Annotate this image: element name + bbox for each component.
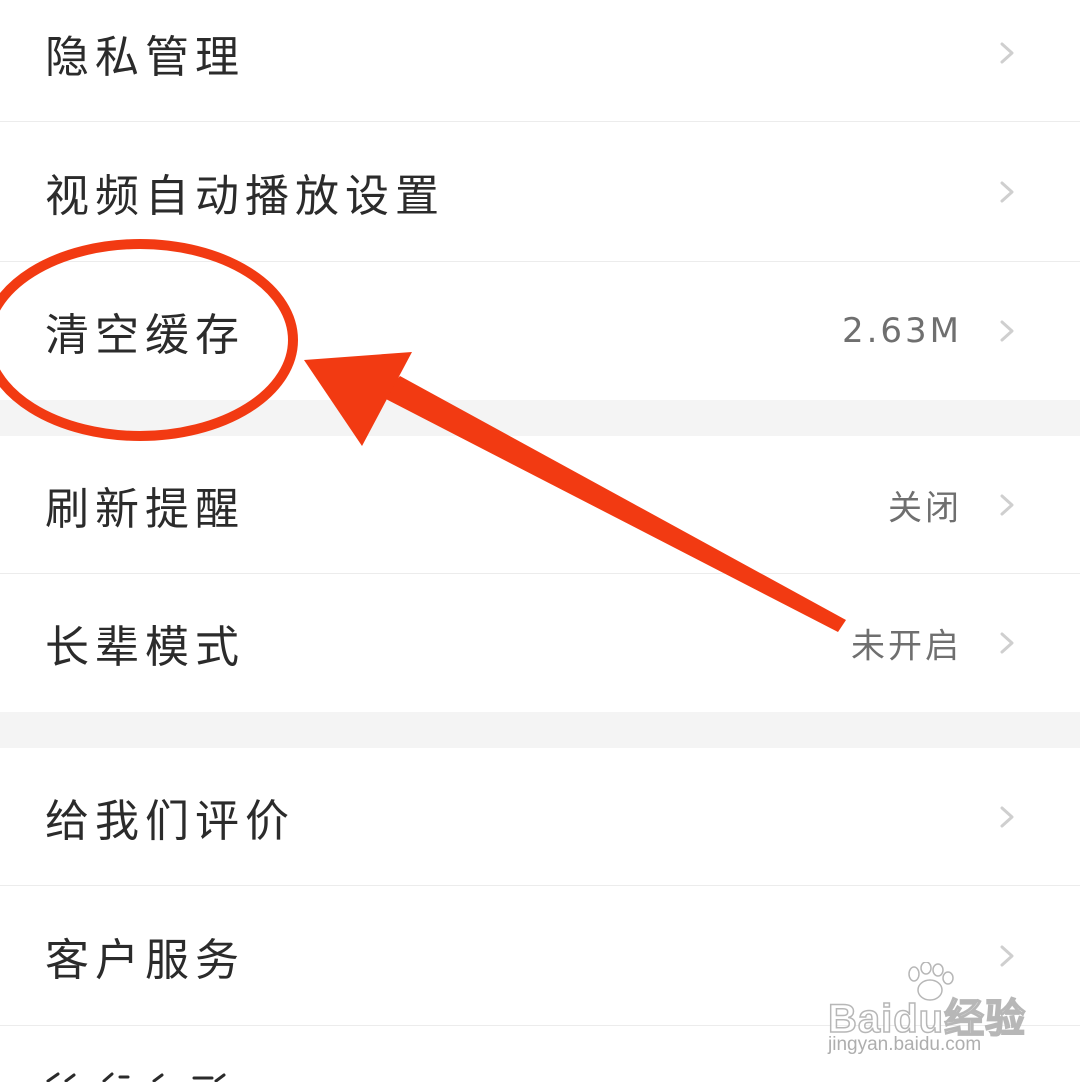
settings-item-refresh-reminder[interactable]: 刷新提醒 关闭	[0, 436, 1080, 574]
settings-item-label: 长辈模式	[45, 622, 245, 673]
settings-item-label: 给我们评价	[45, 796, 295, 847]
chevron-right-icon	[1000, 320, 1014, 342]
watermark: Baidu经验 jingyan.baidu.com	[827, 962, 1028, 1062]
settings-screen: 隐私管理 视频自动播放设置 清空缓存 2.63M 刷新提醒 关闭 长辈模式 未开…	[0, 0, 1080, 1082]
cut-off-text-fragment	[46, 1072, 226, 1082]
settings-item-privacy[interactable]: 隐私管理	[0, 0, 1080, 122]
section-gap	[0, 712, 1080, 748]
section-gap	[0, 400, 1080, 436]
refresh-reminder-value: 关闭	[888, 488, 962, 529]
settings-item-clear-cache[interactable]: 清空缓存 2.63M	[0, 262, 1080, 400]
chevron-right-icon	[1000, 806, 1014, 828]
chevron-right-icon	[1000, 181, 1014, 203]
settings-item-label: 视频自动播放设置	[45, 171, 445, 222]
chevron-right-icon	[1000, 494, 1014, 516]
settings-item-rate-us[interactable]: 给我们评价	[0, 748, 1080, 886]
settings-item-label: 刷新提醒	[45, 484, 245, 535]
settings-item-elder-mode[interactable]: 长辈模式 未开启	[0, 574, 1080, 712]
settings-item-label: 隐私管理	[45, 32, 245, 83]
settings-item-label: 清空缓存	[45, 310, 245, 361]
settings-item-label: 客户服务	[45, 935, 245, 986]
chevron-right-icon	[1000, 632, 1014, 654]
chevron-right-icon	[1000, 42, 1014, 64]
settings-item-video-autoplay[interactable]: 视频自动播放设置	[0, 122, 1080, 262]
cache-size-value: 2.63M	[841, 311, 962, 351]
elder-mode-value: 未开启	[851, 626, 962, 667]
watermark-url: jingyan.baidu.com	[828, 1034, 982, 1055]
